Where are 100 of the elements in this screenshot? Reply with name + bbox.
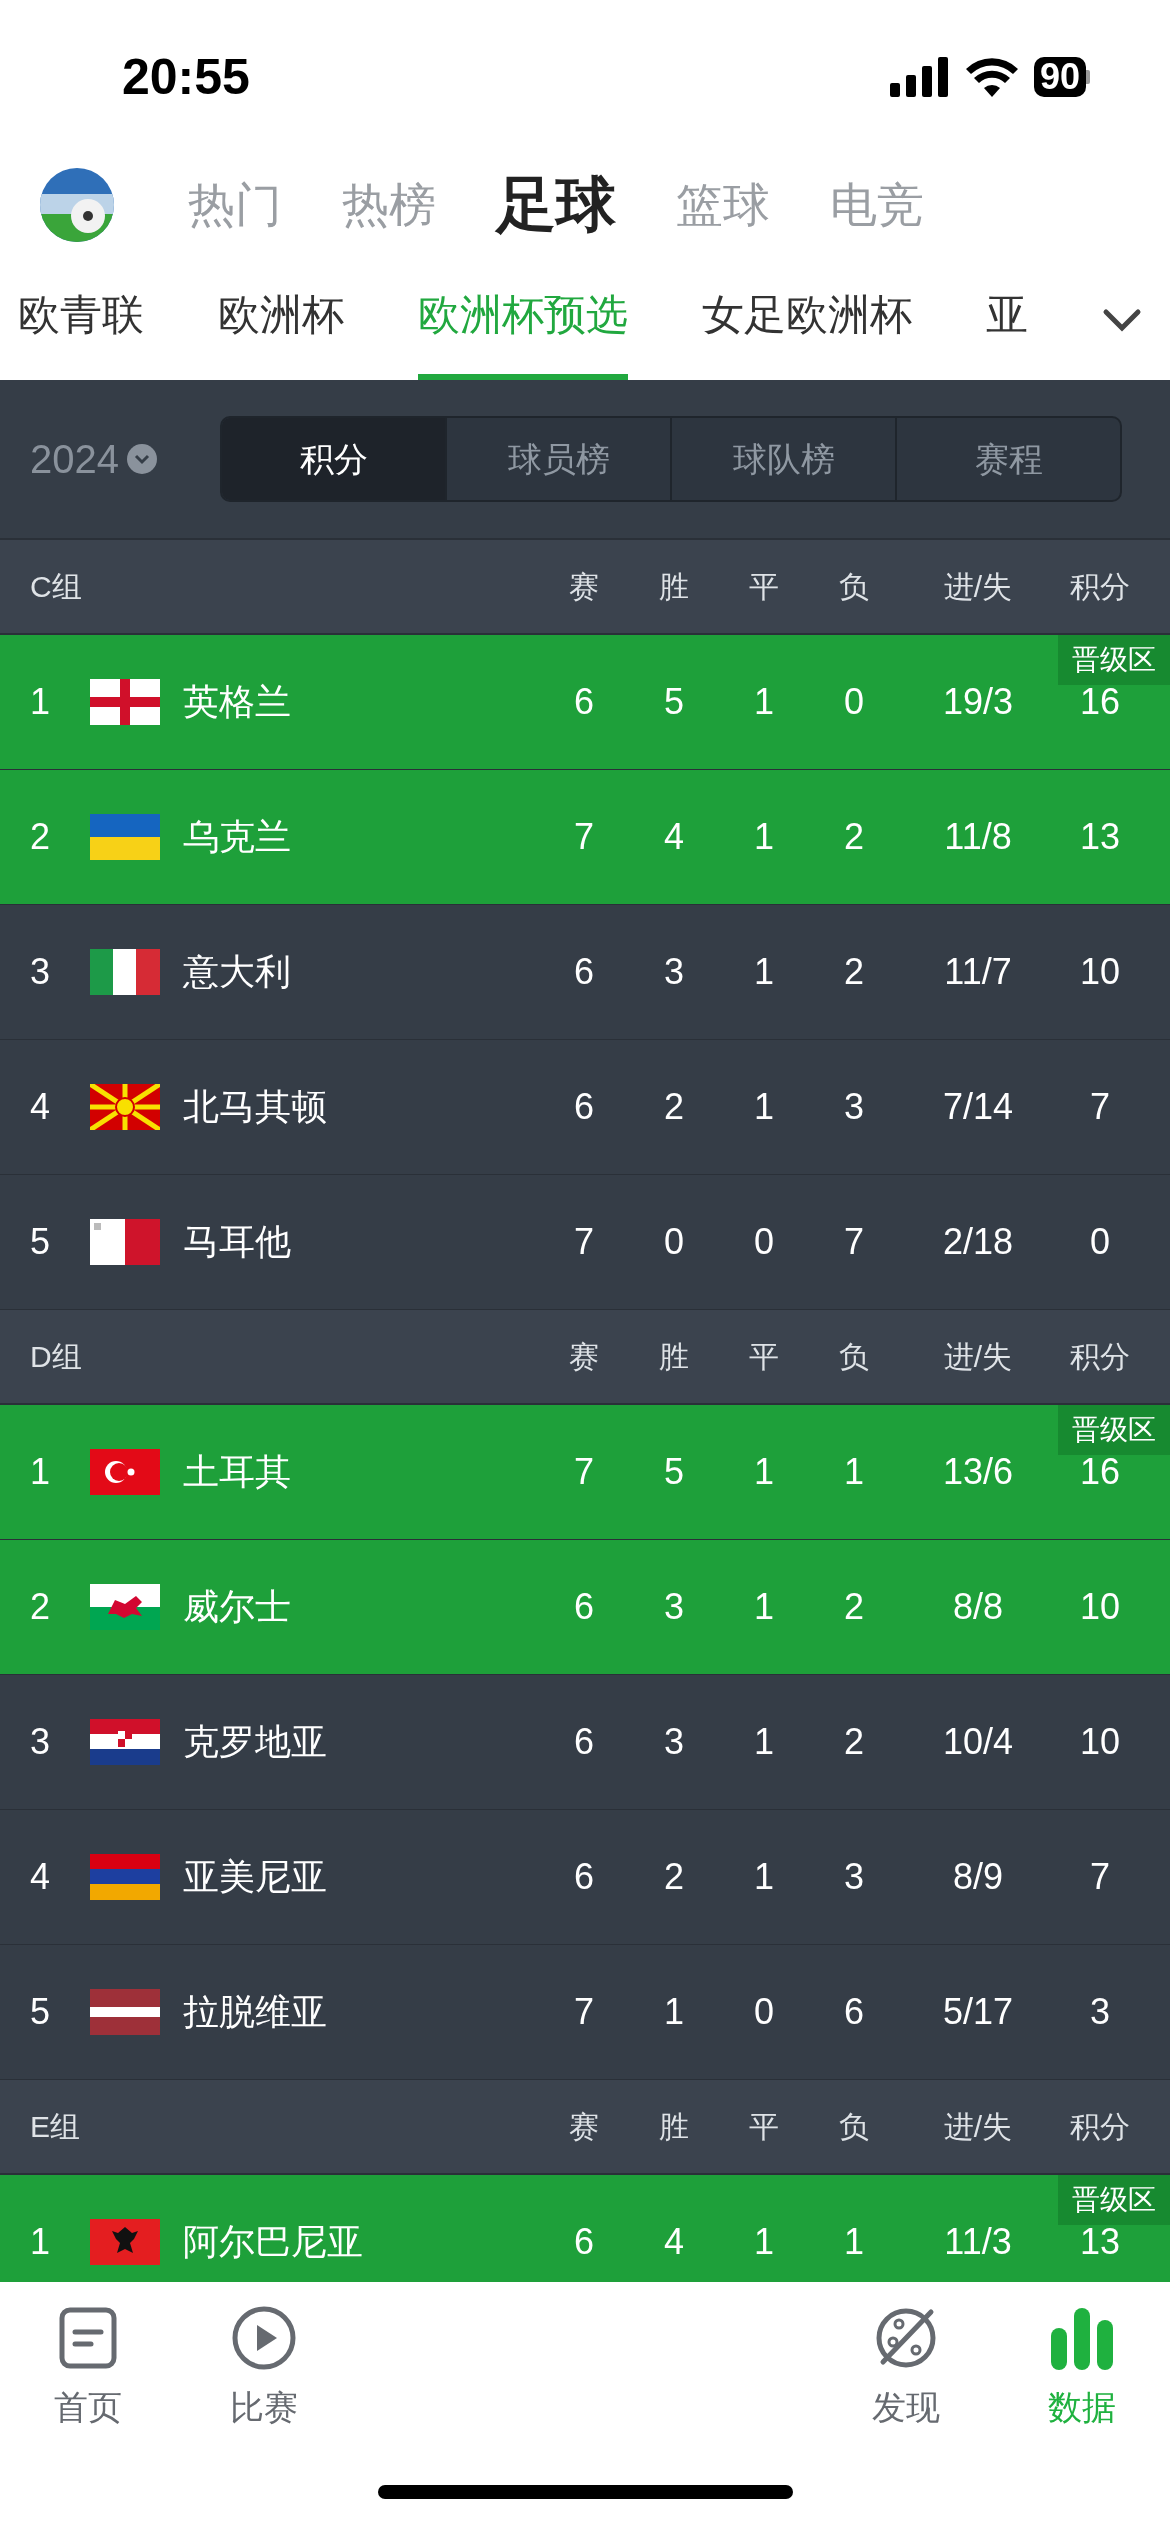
group-name: D组: [30, 1339, 83, 1375]
column-header: 负: [838, 569, 870, 605]
stat-cell-text: 11/7: [943, 950, 1013, 994]
standing-row[interactable]: 2 乌克兰 7 4 1 2 11/8 13: [0, 770, 1170, 905]
group-name: C组: [30, 569, 83, 605]
league-tab[interactable]: 欧青联: [18, 260, 144, 380]
category-tab[interactable]: 足球: [496, 160, 616, 250]
flag-icon: [90, 1084, 160, 1130]
stat-cell-text: 10: [1078, 950, 1121, 994]
team-name: 克罗地亚: [183, 1720, 328, 1764]
league-tab[interactable]: 欧洲杯: [218, 260, 344, 380]
stat-cell-text: 7: [1089, 1085, 1111, 1129]
stat-cell-text: 1: [753, 950, 775, 994]
standing-row[interactable]: 晋级区 1 英格兰 6 5 1 0 19/3 16: [0, 635, 1170, 770]
rank: 1: [30, 680, 52, 724]
segment-tab[interactable]: 积分: [222, 418, 445, 500]
stat-cell-text: 2: [843, 815, 865, 859]
stat-cell-text: 3: [1089, 1990, 1111, 2034]
column-header: 负: [838, 2109, 870, 2145]
stat-cell-text: 19/3: [941, 680, 1015, 724]
column-header: 负: [838, 1339, 870, 1375]
team-name: 拉脱维亚: [183, 1990, 328, 2034]
stat-cell-text: 10: [1078, 1720, 1121, 1764]
stat-cell-text: 0: [753, 1220, 775, 1264]
status-time: 20:55: [122, 47, 250, 107]
column-header: 平: [748, 2109, 780, 2145]
team-name: 亚美尼亚: [183, 1855, 328, 1899]
stat-cell-text: 2: [843, 950, 865, 994]
column-header: 进/失: [942, 1339, 1014, 1375]
column-header: 积分: [1069, 1339, 1131, 1375]
stat-cell-text: 6: [573, 2220, 595, 2264]
stat-cell-text: 6: [573, 1720, 595, 1764]
wifi-icon: [965, 57, 1018, 97]
column-header: 平: [748, 1339, 780, 1375]
flag-icon: [90, 679, 160, 725]
team-name: 马耳他: [183, 1220, 292, 1264]
column-header: 积分: [1069, 569, 1131, 605]
team-name: 意大利: [183, 950, 292, 994]
team-name: 北马其顿: [183, 1085, 328, 1129]
nav-tab[interactable]: 数据: [994, 2302, 1170, 2452]
rank: 5: [30, 1990, 52, 2034]
stat-cell-text: 1: [843, 1450, 865, 1494]
stat-cell-text: 1: [753, 1720, 775, 1764]
stat-cell-text: 5: [663, 1450, 685, 1494]
nav-tab[interactable]: 发现: [818, 2302, 994, 2452]
stat-cell-text: 13: [1078, 815, 1121, 859]
chevron-down-icon[interactable]: [1102, 308, 1142, 332]
team-name: 阿尔巴尼亚: [183, 2220, 364, 2264]
segment-tab[interactable]: 球队榜: [670, 418, 895, 500]
stat-cell-text: 7: [573, 1990, 595, 2034]
stat-cell-text: 7: [573, 815, 595, 859]
stat-cell-text: 8/8: [951, 1585, 1004, 1629]
column-header: 胜: [658, 2109, 690, 2145]
stat-cell-text: 1: [753, 2220, 775, 2264]
nav-tab[interactable]: 首页: [0, 2302, 176, 2452]
league-tab[interactable]: 亚: [986, 260, 1028, 380]
season-year[interactable]: 2024: [30, 429, 119, 489]
stat-cell-text: 6: [573, 680, 595, 724]
stat-cell-text: 1: [753, 815, 775, 859]
team-name: 乌克兰: [183, 815, 292, 859]
stat-cell-text: 7: [573, 1450, 595, 1494]
qualification-badge: 晋级区: [1058, 2175, 1170, 2225]
stat-cell-text: 3: [843, 1855, 865, 1899]
flag-icon: [90, 949, 160, 995]
standing-row[interactable]: 晋级区 1 土耳其 7 5 1 1 13/6 16: [0, 1405, 1170, 1540]
column-header: 进/失: [942, 2109, 1014, 2145]
team-name: 英格兰: [183, 680, 292, 724]
segment-tab[interactable]: 赛程: [895, 418, 1120, 500]
stat-cell-text: 13/6: [941, 1450, 1015, 1494]
stat-cell-text: 5/17: [941, 1990, 1015, 2034]
flag-icon: [90, 1989, 160, 2035]
flag-icon: [90, 1719, 160, 1765]
standing-row[interactable]: 晋级区 1 阿尔巴尼亚 6 4 1 1 11/3 13: [0, 2175, 1170, 2282]
dropdown-icon[interactable]: [127, 444, 157, 474]
stat-cell-text: 3: [663, 1720, 685, 1764]
stat-cell-text: 4: [663, 2220, 685, 2264]
column-header: 赛: [568, 569, 600, 605]
rank: 4: [30, 1085, 52, 1129]
stat-cell-text: 6: [573, 1085, 595, 1129]
segment-tab[interactable]: 球员榜: [445, 418, 670, 500]
stat-cell-text: 1: [753, 1450, 775, 1494]
stat-cell-text: 6: [573, 1585, 595, 1629]
flag-icon: [90, 814, 160, 860]
stat-cell-text: 10: [1078, 1585, 1121, 1629]
stat-cell-text: 0: [1089, 1220, 1111, 1264]
stat-cell-text: 4: [663, 815, 685, 859]
stat-cell-text: 0: [663, 1220, 685, 1264]
stat-cell-text: 7: [843, 1220, 865, 1264]
league-tab[interactable]: 女足欧洲杯: [702, 260, 912, 380]
stat-cell-text: 1: [843, 2220, 865, 2264]
flag-icon: [90, 1584, 160, 1630]
flag-icon: [90, 2219, 160, 2265]
team-name: 土耳其: [183, 1450, 292, 1494]
column-header: 进/失: [942, 569, 1014, 605]
stat-cell-text: 2: [663, 1085, 685, 1129]
nav-tab[interactable]: 比赛: [176, 2302, 352, 2452]
rank: 4: [30, 1855, 52, 1899]
standing-row[interactable]: 2 威尔士 6 3 1 2 8/8 10: [0, 1540, 1170, 1675]
rank: 2: [30, 1585, 52, 1629]
stat-cell-text: 6: [573, 1855, 595, 1899]
